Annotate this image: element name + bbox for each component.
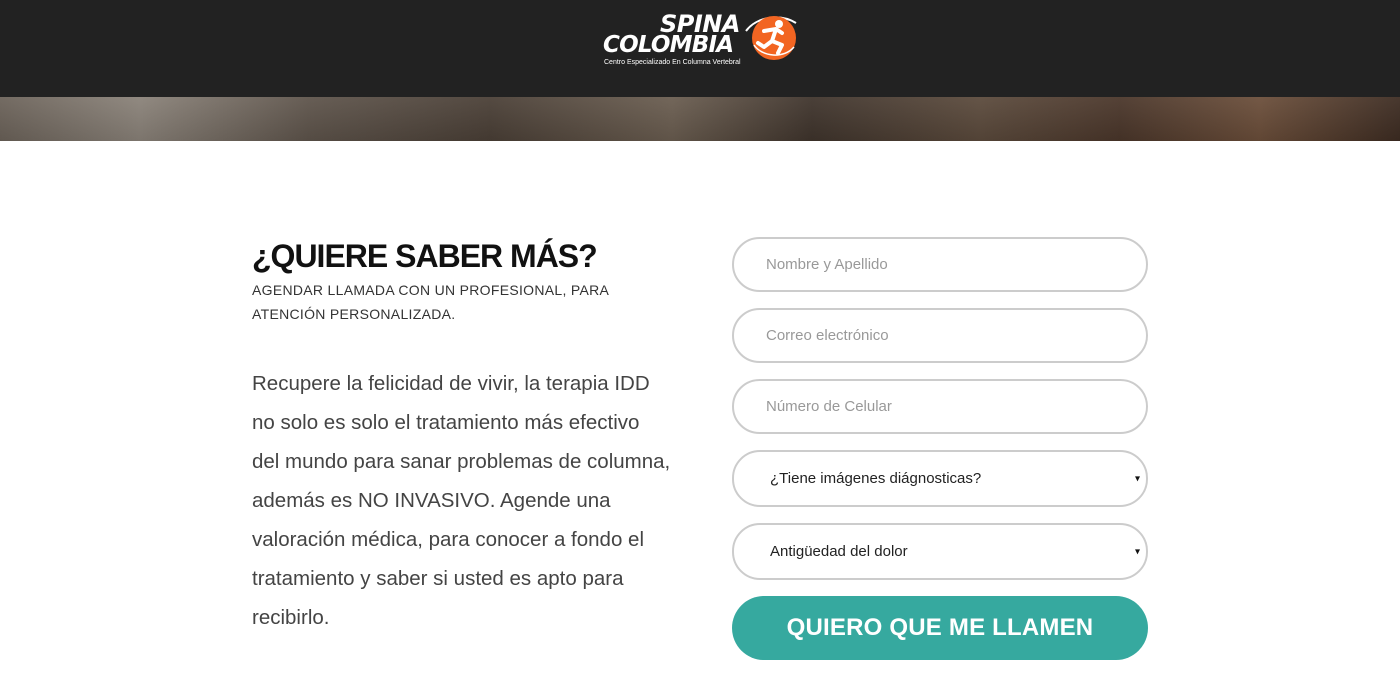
info-column: ¿QUIERE SABER MÁS? AGENDAR LLAMADA CON U… [252, 236, 692, 637]
section-subheading: AGENDAR LLAMADA CON UN PROFESIONAL, PARA… [252, 282, 609, 322]
logo-tagline: Centro Especializado En Columna Vertebra… [604, 59, 741, 66]
dropdown-caret-icon: ▾ [1134, 546, 1140, 557]
logo-word-colombia: COLOMBIA [603, 32, 734, 58]
imaging-select[interactable]: ¿Tiene imágenes diágnosticas? ▾ [732, 450, 1148, 507]
pain-duration-select[interactable]: Antigüedad del dolor ▾ [732, 523, 1148, 580]
section-body: Recupere la felicidad de vivir, la terap… [252, 372, 671, 629]
section-heading: ¿QUIERE SABER MÁS? [252, 238, 598, 274]
pain-select-value: Antigüedad del dolor [770, 543, 908, 560]
hero-image-strip [0, 97, 1400, 141]
runner-in-orange-circle-icon [745, 16, 797, 60]
dropdown-caret-icon: ▾ [1134, 473, 1140, 484]
email-field[interactable] [732, 308, 1148, 363]
site-header: SPINA COLOMBIA Centro Especializado En C… [0, 0, 1400, 97]
phone-field[interactable] [732, 379, 1148, 434]
name-field[interactable] [732, 237, 1148, 292]
submit-button[interactable]: QUIERO QUE ME LLAMEN [732, 596, 1148, 660]
imaging-select-value: ¿Tiene imágenes diágnosticas? [770, 470, 982, 487]
brand-logo[interactable]: SPINA COLOMBIA Centro Especializado En C… [600, 8, 805, 70]
callback-form: ¿Tiene imágenes diágnosticas? ▾ Antigüed… [732, 237, 1148, 660]
